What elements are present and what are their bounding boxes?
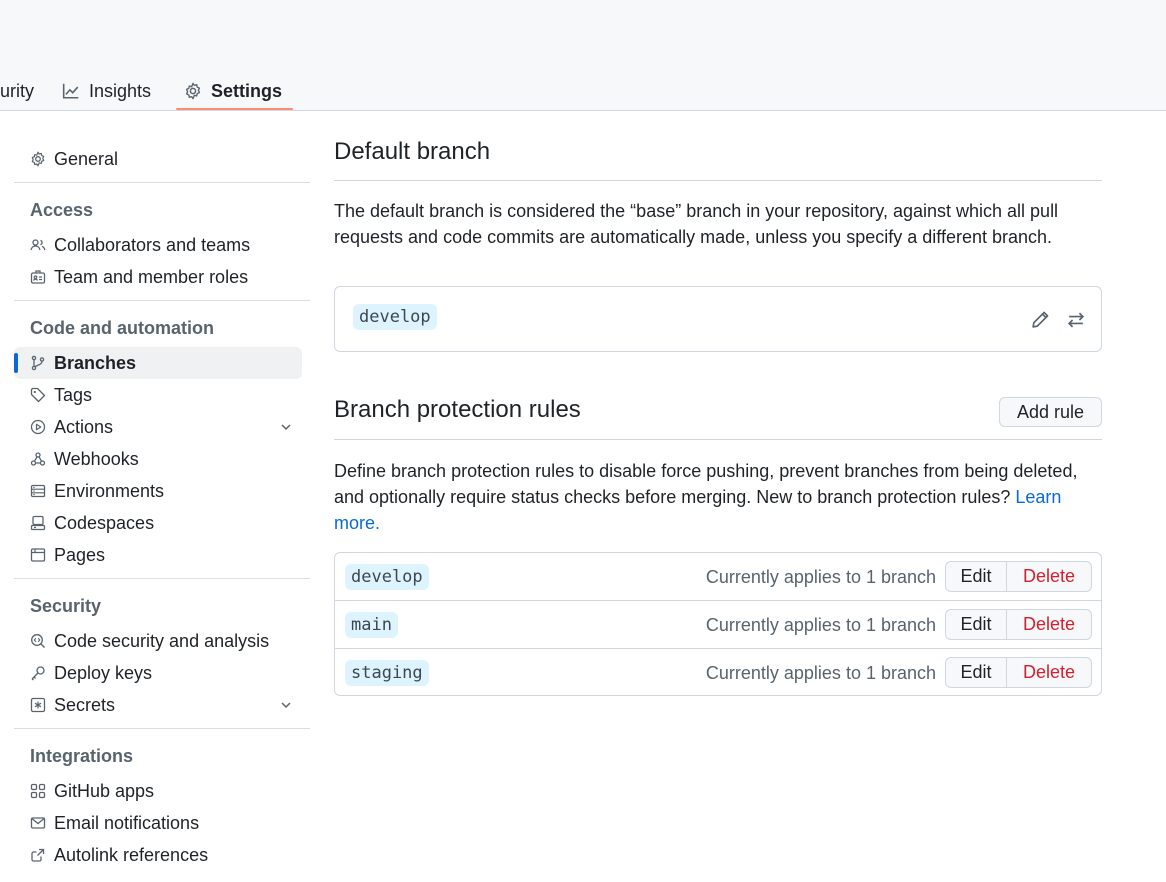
- sidebar-item-tags[interactable]: Tags: [14, 379, 302, 411]
- sidebar-item-label: Email notifications: [54, 812, 200, 833]
- sidebar-item-team-member-roles[interactable]: Team and member roles: [14, 261, 302, 293]
- sidebar-item-label: Secrets: [54, 694, 116, 715]
- play-icon: [30, 419, 46, 435]
- sidebar-divider: [14, 300, 310, 301]
- sidebar-item-branches[interactable]: Branches: [14, 347, 302, 379]
- sidebar-item-label: Tags: [54, 384, 93, 405]
- sidebar-item-environments[interactable]: Environments: [14, 475, 302, 507]
- sidebar-item-label: Collaborators and teams: [54, 234, 251, 255]
- rule-row: main Currently applies to 1 branch Edit …: [335, 600, 1101, 648]
- tab-settings[interactable]: Settings: [184, 72, 282, 110]
- key-asterisk-icon: [30, 697, 46, 713]
- sidebar-item-codespaces[interactable]: Codespaces: [14, 507, 302, 539]
- sidebar-item-pages[interactable]: Pages: [14, 539, 302, 571]
- browser-icon: [30, 547, 46, 563]
- people-icon: [30, 237, 46, 253]
- sidebar-item-github-apps[interactable]: GitHub apps: [14, 775, 302, 807]
- sidebar-item-label: GitHub apps: [54, 780, 155, 801]
- sidebar-item-label: Actions: [54, 416, 114, 437]
- default-branch-box: develop: [334, 286, 1102, 352]
- repo-header: [0, 0, 1166, 111]
- rule-actions: Edit Delete: [945, 657, 1092, 688]
- default-branch-description: The default branch is considered the “ba…: [334, 201, 1059, 247]
- tab-label: urity: [0, 80, 35, 101]
- arrow-switch-icon[interactable]: [1065, 309, 1087, 331]
- default-branch-name: develop: [353, 304, 437, 330]
- rule-row: develop Currently applies to 1 branch Ed…: [335, 553, 1101, 601]
- sidebar-item-label: Branches: [54, 352, 137, 373]
- sidebar-section-integrations: Integrations: [30, 746, 134, 766]
- add-rule-button[interactable]: Add rule: [999, 397, 1102, 427]
- git-branch-icon: [30, 355, 46, 371]
- sidebar-item-label: Environments: [54, 480, 165, 501]
- tab-insights[interactable]: Insights: [62, 72, 151, 110]
- sidebar-item-label: Codespaces: [54, 512, 155, 533]
- chevron-down-icon[interactable]: [278, 697, 294, 713]
- delete-rule-button[interactable]: Delete: [1007, 658, 1091, 687]
- sidebar-divider: [14, 182, 310, 183]
- tab-label: Insights: [89, 80, 152, 101]
- tab-label: Settings: [211, 80, 283, 101]
- sidebar-divider: [14, 728, 310, 729]
- sidebar-divider: [14, 578, 310, 579]
- rule-row: staging Currently applies to 1 branch Ed…: [335, 648, 1101, 696]
- active-tab-indicator: [176, 108, 293, 110]
- delete-rule-button[interactable]: Delete: [1007, 562, 1091, 591]
- graph-icon: [62, 82, 80, 100]
- sidebar-section-access: Access: [30, 200, 94, 220]
- sidebar-item-label: Autolink references: [54, 844, 209, 865]
- sidebar-section-code-automation: Code and automation: [30, 318, 214, 338]
- sidebar-item-label: Pages: [54, 544, 106, 565]
- sidebar-item-label: Deploy keys: [54, 662, 153, 683]
- heading-divider: [334, 180, 1102, 181]
- sidebar-item-secrets[interactable]: Secrets: [14, 689, 302, 721]
- sidebar-item-collaborators[interactable]: Collaborators and teams: [14, 229, 302, 261]
- rule-branch-name: develop: [345, 564, 429, 590]
- server-icon: [30, 483, 46, 499]
- pencil-icon[interactable]: [1029, 309, 1051, 331]
- rule-branch-name: staging: [345, 660, 429, 686]
- branch-protection-description: Define branch protection rules to disabl…: [334, 458, 1102, 536]
- codescan-icon: [30, 633, 46, 649]
- edit-rule-button[interactable]: Edit: [946, 610, 1007, 639]
- rule-branch-name: main: [345, 612, 398, 638]
- edit-rule-button[interactable]: Edit: [946, 658, 1007, 687]
- rule-applies-text: Currently applies to 1 branch: [705, 663, 936, 683]
- apps-icon: [30, 783, 46, 799]
- sidebar-item-general[interactable]: General: [14, 143, 302, 175]
- tag-icon: [30, 387, 46, 403]
- branch-protection-heading: Branch protection rules: [334, 396, 581, 423]
- heading-divider: [334, 439, 1102, 440]
- sidebar-item-autolink-references[interactable]: Autolink references: [14, 839, 302, 871]
- sidebar-section-security: Security: [30, 596, 102, 616]
- default-branch-heading: Default branch: [334, 138, 491, 165]
- sidebar-item-webhooks[interactable]: Webhooks: [14, 443, 302, 475]
- sidebar-item-label: Webhooks: [54, 448, 139, 469]
- sidebar-item-label: General: [54, 148, 119, 169]
- rule-actions: Edit Delete: [945, 561, 1092, 592]
- gear-icon: [184, 82, 202, 100]
- rule-applies-text: Currently applies to 1 branch: [705, 615, 936, 635]
- sidebar-item-code-security[interactable]: Code security and analysis: [14, 625, 302, 657]
- sidebar-item-email-notifications[interactable]: Email notifications: [14, 807, 302, 839]
- sidebar-item-label: Team and member roles: [54, 266, 249, 287]
- webhook-icon: [30, 451, 46, 467]
- delete-rule-button[interactable]: Delete: [1007, 610, 1091, 639]
- tab-security[interactable]: urity: [0, 72, 34, 110]
- key-icon: [30, 665, 46, 681]
- rule-actions: Edit Delete: [945, 609, 1092, 640]
- chevron-down-icon[interactable]: [278, 419, 294, 435]
- gear-icon: [30, 151, 46, 167]
- codespaces-icon: [30, 515, 46, 531]
- rule-applies-text: Currently applies to 1 branch: [705, 567, 936, 587]
- branch-protection-description-text: Define branch protection rules to disabl…: [334, 461, 1078, 507]
- mail-icon: [30, 815, 46, 831]
- protection-rules-list: develop Currently applies to 1 branch Ed…: [334, 552, 1102, 696]
- sidebar-item-deploy-keys[interactable]: Deploy keys: [14, 657, 302, 689]
- cross-reference-icon: [30, 847, 46, 863]
- id-badge-icon: [30, 269, 46, 285]
- sidebar-item-actions[interactable]: Actions: [14, 411, 302, 443]
- sidebar-item-label: Code security and analysis: [54, 630, 270, 651]
- edit-rule-button[interactable]: Edit: [946, 562, 1007, 591]
